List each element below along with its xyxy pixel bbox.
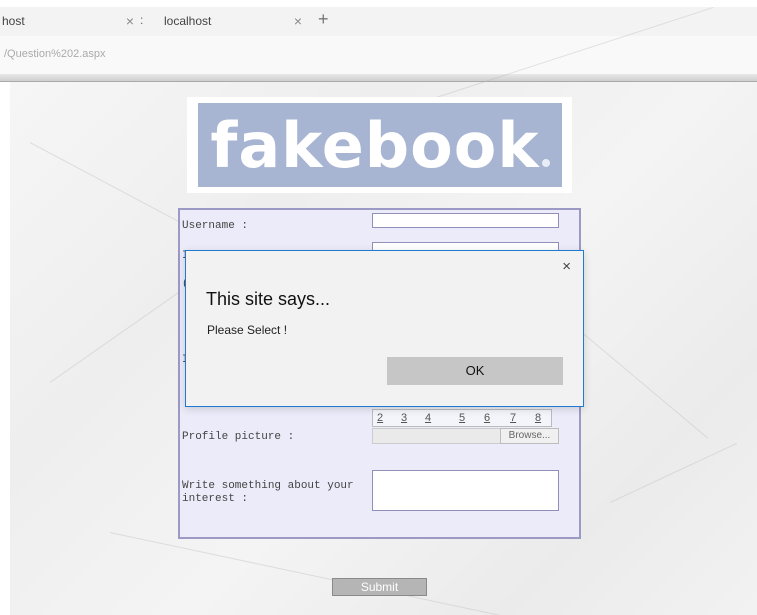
alert-dialog: × This site says... Please Select ! OK [185,250,584,407]
address-bar[interactable]: /Question%202.aspx [0,36,757,74]
username-label: Username : [182,220,249,232]
username-input[interactable] [372,213,559,228]
interest-label: Write something about your interest : [182,480,354,505]
browser-tab-2[interactable]: localhost × [160,7,310,36]
interest-textarea[interactable] [372,470,559,511]
logo: fakebook [198,103,562,187]
number-option[interactable]: 2 [377,412,383,424]
number-option[interactable]: 5 [459,412,465,424]
dialog-message: Please Select ! [207,323,288,337]
number-option[interactable]: 3 [401,412,407,424]
number-options: 2 3 4 5 6 7 8 [372,409,552,427]
close-icon[interactable]: × [294,7,302,36]
logo-dot [541,159,550,167]
number-option[interactable]: 6 [484,412,490,424]
number-option[interactable]: 7 [510,412,516,424]
number-option[interactable]: 8 [535,412,541,424]
chrome-divider [0,74,757,82]
tab-separator: : [140,13,144,27]
browser-tab-1[interactable]: host × [0,7,142,36]
submit-button[interactable]: Submit [332,578,427,596]
tab-title: host [2,14,25,28]
browse-button[interactable]: Browse... [500,428,559,444]
number-option[interactable]: 4 [425,412,431,424]
address-url: /Question%202.aspx [4,48,106,60]
profile-picture-label: Profile picture : [182,431,295,443]
dialog-title: This site says... [206,289,331,309]
logo-text: fakebook [210,109,540,182]
close-icon[interactable]: × [562,258,571,275]
tab-title: localhost [164,14,212,28]
close-icon[interactable]: × [126,7,134,36]
ok-button[interactable]: OK [387,357,563,385]
new-tab-icon[interactable]: + [318,9,329,30]
